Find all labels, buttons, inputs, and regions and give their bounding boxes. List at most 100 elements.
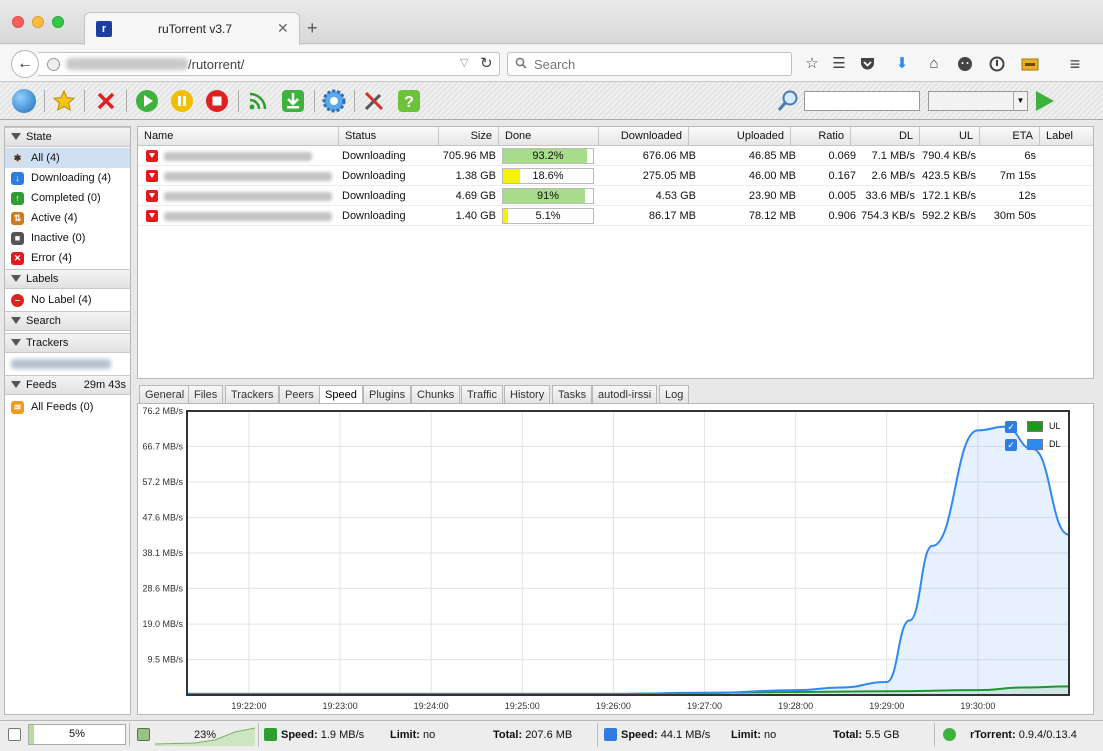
pocket-icon[interactable] [859,56,876,72]
state-item-label: All (4) [31,152,60,164]
rss-icon[interactable] [246,89,270,113]
star-icon[interactable] [52,89,76,113]
checkbox-checked-icon[interactable]: ✓ [1005,421,1017,433]
table-row[interactable]: Downloading 705.96 MB 93.2% 676.06 MB 46… [138,146,1093,166]
tab-log[interactable]: Log [659,385,690,404]
chat-icon[interactable] [957,56,973,72]
tab-history[interactable]: History [504,385,551,404]
settings-icon[interactable] [322,89,346,113]
connected-check-icon [943,728,956,741]
window-maximize-button[interactable] [52,16,64,28]
help-icon[interactable]: ? [397,89,421,113]
ratio-cell: 0.005 [828,190,856,202]
feeds-header[interactable]: Feeds 29m 43s [5,375,130,395]
column-header-ratio[interactable]: Ratio [791,127,851,146]
extension-icon[interactable] [1021,56,1039,72]
pause-icon[interactable] [170,89,194,113]
label-item-no-label[interactable]: – No Label (4) [5,290,130,310]
table-row[interactable]: Downloading 1.38 GB 18.6% 275.05 MB 46.0… [138,166,1093,186]
downloaded-cell: 275.05 MB [642,170,696,182]
menu-hamburger-icon[interactable]: ≡ [1065,54,1085,74]
tab-general[interactable]: General [139,385,191,404]
trackers-header-label: Trackers [26,337,69,349]
url-path: /rutorrent/ [188,57,245,72]
column-header-dl[interactable]: DL [851,127,920,146]
browser-search-bar[interactable] [507,52,792,76]
url-history-dropdown-icon[interactable]: ▽ [460,56,468,69]
back-button[interactable]: ← [11,50,39,78]
stop-icon[interactable] [205,89,229,113]
chevron-down-icon: ▼ [1013,92,1027,110]
site-info-icon[interactable] [47,58,60,71]
tab-autodl-irssi[interactable]: autodl-irssi [592,385,658,404]
state-item-downloading[interactable]: ↓ Downloading (4) [5,168,130,188]
checkbox-checked-icon[interactable]: ✓ [1005,439,1017,451]
state-item-inactive[interactable]: ■ Inactive (0) [5,228,130,248]
tab-tasks[interactable]: Tasks [552,385,593,404]
tab-chunks[interactable]: Chunks [411,385,461,404]
size-cell: 1.38 GB [455,170,496,182]
state-item-completed[interactable]: ↑ Completed (0) [5,188,130,208]
progress-bar: 93.2% [502,148,594,164]
column-header-downloaded[interactable]: Downloaded [599,127,689,146]
legend-item-dl[interactable]: ✓ DL [1005,437,1065,453]
url-bar[interactable]: /rutorrent/ ▽ ↻ [38,52,500,76]
search-go-button[interactable] [1036,91,1054,111]
tab-traffic[interactable]: Traffic [461,385,503,404]
state-item-label: Inactive (0) [31,232,86,244]
info-circle-icon[interactable] [989,56,1005,72]
column-header-eta[interactable]: ETA [980,127,1040,146]
tab-trackers[interactable]: Trackers [225,385,280,404]
torrent-search-input[interactable] [804,91,920,111]
add-torrent-globe-icon[interactable] [12,89,36,113]
state-item-all[interactable]: ✱ All (4) [5,148,130,168]
browser-search-input[interactable] [534,56,784,73]
start-icon[interactable] [135,89,159,113]
tools-icon[interactable] [362,89,386,113]
torrent-search-icon[interactable] [776,89,800,113]
ul-limit-value[interactable]: no [423,729,435,741]
search-engine-select[interactable]: ▼ [928,91,1028,111]
state-item-active[interactable]: ⇅ Active (4) [5,208,130,228]
tab-peers[interactable]: Peers [279,385,320,404]
bookmark-star-icon[interactable]: ☆ [802,54,822,74]
download-icon[interactable] [281,89,305,113]
tab-speed[interactable]: Speed [319,385,363,405]
downloads-icon[interactable]: ⬇ [892,54,912,74]
state-header[interactable]: State [5,127,130,147]
column-header-done[interactable]: Done [499,127,599,146]
home-icon[interactable]: ⌂ [924,54,944,74]
legend-label-dl: DL [1049,439,1061,449]
browser-tab[interactable]: r ruTorrent v3.7 ✕ [84,12,300,45]
tracker-item[interactable] [5,354,130,374]
new-tab-button[interactable]: + [307,18,318,38]
window-close-button[interactable] [12,16,24,28]
ratio-cell: 0.167 [828,170,856,182]
upload-stats-section: Speed: 44.1 MB/s Limit: no Total: 5.5 GB [599,723,935,747]
column-header-ul[interactable]: UL [920,127,980,146]
trackers-header[interactable]: Trackers [5,333,130,353]
table-row[interactable]: Downloading 4.69 GB 91% 4.53 GB 23.90 MB… [138,186,1093,206]
legend-item-ul[interactable]: ✓ UL [1005,419,1065,435]
uploaded-cell: 46.00 MB [748,170,796,182]
column-header-name[interactable]: Name [138,127,339,146]
column-header-uploaded[interactable]: Uploaded [689,127,791,146]
reload-icon[interactable]: ↻ [480,54,493,72]
remove-icon[interactable] [94,89,118,113]
window-minimize-button[interactable] [32,16,44,28]
tab-plugins[interactable]: Plugins [363,385,412,404]
column-header-label[interactable]: Label [1040,127,1093,146]
dl-limit-value[interactable]: no [764,729,776,741]
search-icon [515,57,527,69]
reader-list-icon[interactable]: ☰ [829,54,849,74]
column-header-status[interactable]: Status [339,127,439,146]
state-item-error[interactable]: ✕ Error (4) [5,248,130,268]
detail-tabs: General Files Trackers Peers Speed Plugi… [137,385,1094,405]
search-header[interactable]: Search [5,311,130,331]
labels-header[interactable]: Labels [5,269,130,289]
column-header-size[interactable]: Size [439,127,499,146]
tab-close-icon[interactable]: ✕ [277,20,289,37]
feed-item-all-feeds[interactable]: ≋ All Feeds (0) [5,397,130,417]
tab-files[interactable]: Files [188,385,224,404]
table-row[interactable]: Downloading 1.40 GB 5.1% 86.17 MB 78.12 … [138,206,1093,226]
